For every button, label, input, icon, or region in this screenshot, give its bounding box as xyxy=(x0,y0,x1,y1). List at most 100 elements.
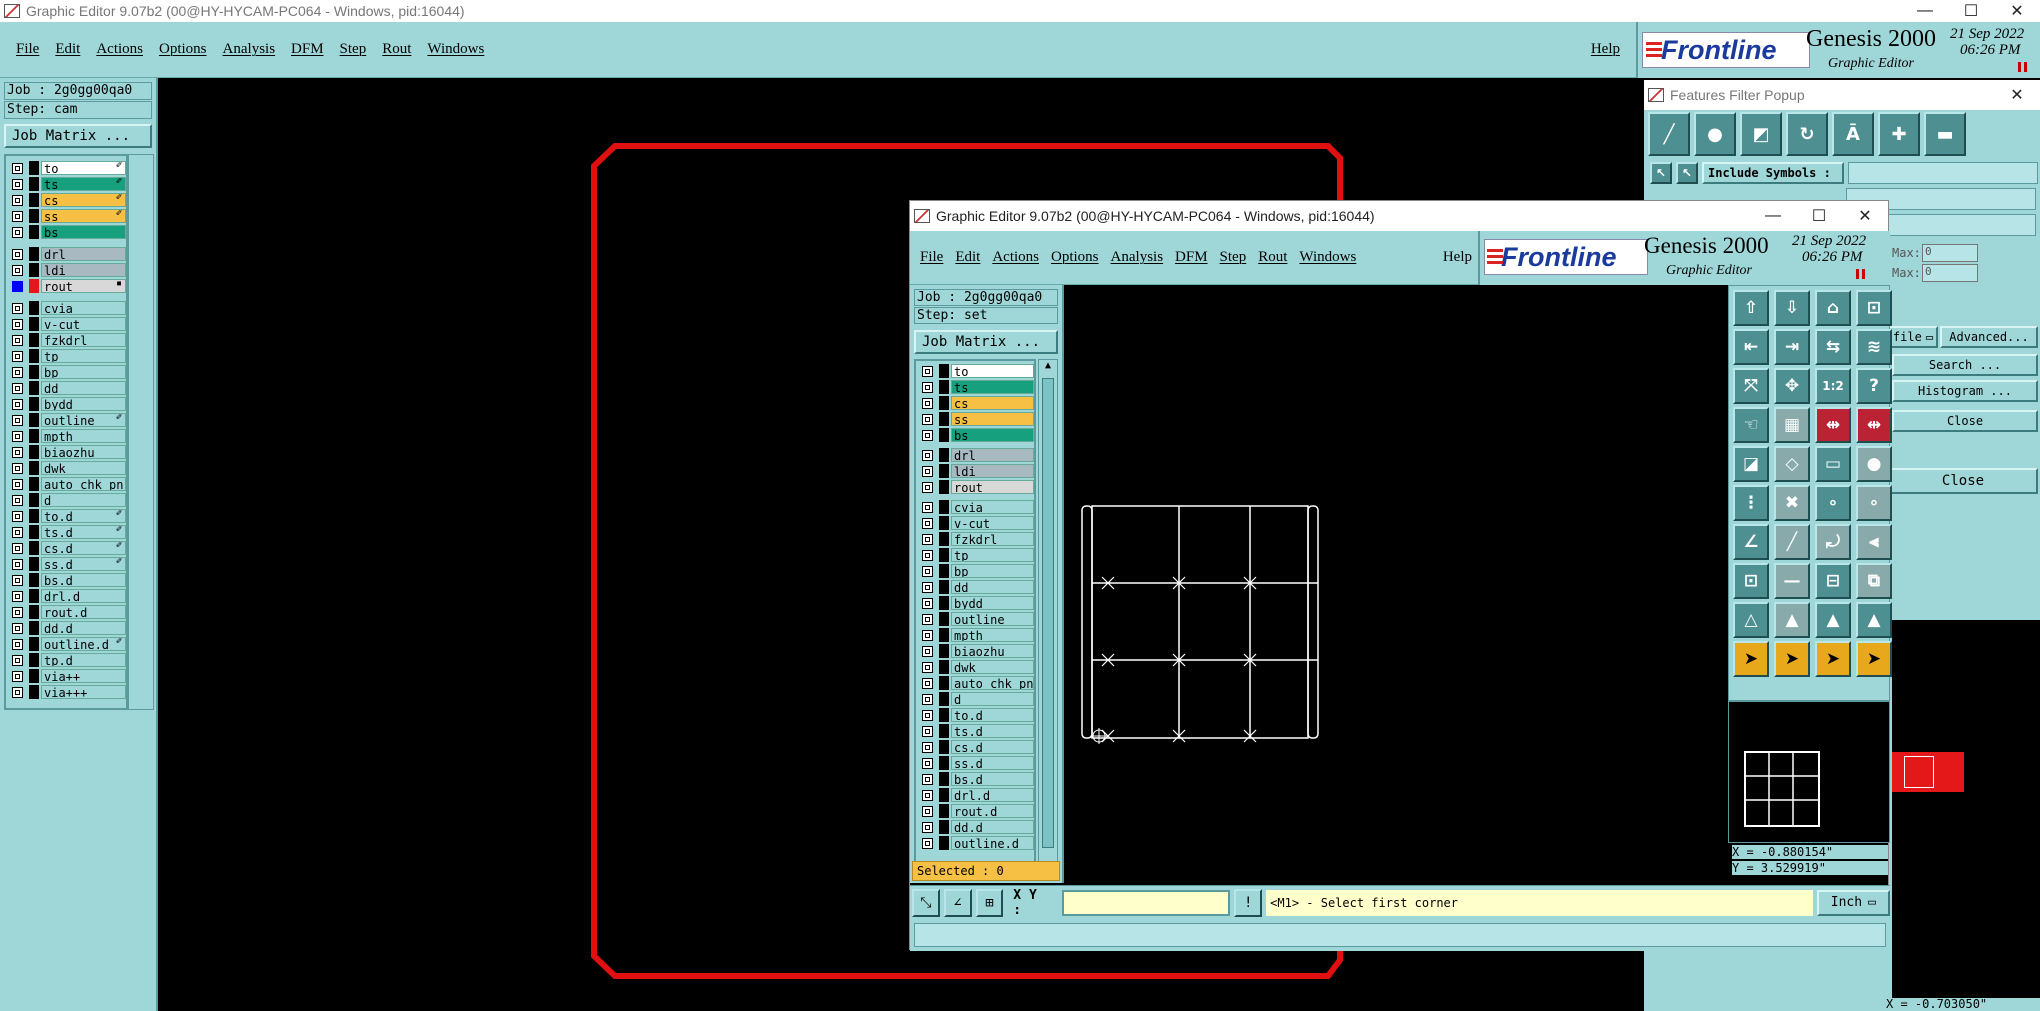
layer-name[interactable]: bs xyxy=(951,428,1034,442)
filter-close-button[interactable]: ✕ xyxy=(1994,85,2040,105)
pad-type-button[interactable]: ● xyxy=(1694,112,1736,156)
layer-checkbox[interactable] xyxy=(922,693,933,705)
second-menu-rout[interactable]: Rout xyxy=(1252,249,1293,266)
layer-checkbox[interactable] xyxy=(12,542,23,554)
layer-row[interactable]: dwk xyxy=(916,659,1034,675)
include-symbols-input[interactable] xyxy=(1848,162,2038,184)
layer-row[interactable]: d xyxy=(6,492,126,508)
layer-name[interactable]: outline.d xyxy=(951,836,1034,850)
arc-type-button[interactable]: ↻ xyxy=(1786,112,1828,156)
layer-checkbox[interactable] xyxy=(12,606,23,618)
center-button[interactable]: ✥ xyxy=(1774,368,1810,404)
layer-checkbox[interactable] xyxy=(12,248,23,260)
maximize-button[interactable]: ☐ xyxy=(1948,1,1994,21)
main-layer-scrollbar[interactable] xyxy=(128,154,154,710)
layer-row[interactable]: ss.d xyxy=(916,755,1034,771)
line-type-button[interactable]: ╱ xyxy=(1648,112,1690,156)
layer-row[interactable]: d xyxy=(916,691,1034,707)
fit-button[interactable]: ⤧ xyxy=(1733,368,1769,404)
cursor-button[interactable]: ➤ xyxy=(1733,641,1769,677)
layer-checkbox[interactable] xyxy=(12,226,23,238)
layer-row[interactable]: bp xyxy=(6,364,126,380)
layer-row[interactable]: bydd xyxy=(916,595,1034,611)
layer-checkbox[interactable] xyxy=(12,462,23,474)
layer-name[interactable]: rout xyxy=(41,279,126,293)
layer-row[interactable]: auto_chk_pn. xyxy=(916,675,1034,691)
menu-options[interactable]: Options xyxy=(151,41,215,58)
layer-row[interactable]: dwk xyxy=(6,460,126,476)
layer-row[interactable]: v-cut xyxy=(916,515,1034,531)
triangle-button[interactable]: △ xyxy=(1733,602,1769,638)
layer-checkbox[interactable] xyxy=(922,381,933,393)
second-menu-analysis[interactable]: Analysis xyxy=(1105,249,1170,266)
layer-checkbox[interactable] xyxy=(922,465,933,477)
dot-button[interactable]: ● xyxy=(1856,446,1892,482)
histogram-button[interactable]: Histogram ... xyxy=(1892,380,2038,402)
layer-row[interactable]: bs.d xyxy=(6,572,126,588)
layer-name[interactable]: ss xyxy=(41,209,126,223)
layer-checkbox[interactable] xyxy=(12,670,23,682)
help-button[interactable]: ? xyxy=(1856,368,1892,404)
layer-name[interactable]: mpth xyxy=(951,628,1034,642)
layer-checkbox[interactable] xyxy=(12,638,23,650)
second-title-bar[interactable]: Graphic Editor 9.07b2 (00@HY-HYCAM-PC064… xyxy=(910,201,1888,231)
layer-checkbox[interactable] xyxy=(12,210,23,222)
layer-row[interactable]: dd xyxy=(916,579,1034,595)
layer-checkbox[interactable] xyxy=(922,517,933,529)
snap-button-1[interactable]: ⤡ xyxy=(912,888,940,917)
symbol-select-button-1[interactable]: ↖ xyxy=(1650,162,1672,184)
layer-checkbox[interactable] xyxy=(922,709,933,721)
zoom-in-button[interactable]: ⇩ xyxy=(1774,290,1810,326)
layer-row[interactable]: outline.d xyxy=(916,835,1034,851)
second-close-button[interactable]: ✕ xyxy=(1842,206,1888,226)
pan-left-button[interactable]: ⇤ xyxy=(1733,329,1769,365)
layer-name[interactable]: auto_chk_pn. xyxy=(951,676,1034,690)
layer-row[interactable]: ss xyxy=(916,411,1034,427)
layer-name[interactable]: rout.d xyxy=(41,605,126,619)
layer-checkbox[interactable] xyxy=(12,398,23,410)
measure-red-button[interactable]: ⇹ xyxy=(1815,407,1851,443)
cross-button[interactable]: ✖ xyxy=(1774,485,1810,521)
second-menu-step[interactable]: Step xyxy=(1214,249,1253,266)
layer-row[interactable]: auto_chk_pn. xyxy=(6,476,126,492)
layer-row[interactable]: via++ xyxy=(6,668,126,684)
second-layer-scrollbar[interactable]: ▲ ▼ xyxy=(1038,359,1058,871)
layer-name[interactable]: biaozhu xyxy=(951,644,1034,658)
positive-polarity-button[interactable]: ✚ xyxy=(1878,112,1920,156)
layer-name[interactable]: d xyxy=(41,493,126,507)
second-menu-windows[interactable]: Windows xyxy=(1293,249,1362,266)
triangle4-button[interactable]: ▲ xyxy=(1856,602,1892,638)
layer-row[interactable]: tp xyxy=(916,547,1034,563)
layer-row[interactable]: ts xyxy=(916,379,1034,395)
layer-name[interactable]: cvia xyxy=(951,500,1034,514)
ratio-button[interactable]: 1:2 xyxy=(1815,368,1851,404)
pan-right-button[interactable]: ⇥ xyxy=(1774,329,1810,365)
home-button[interactable]: ⌂ xyxy=(1815,290,1851,326)
layer-checkbox[interactable] xyxy=(12,622,23,634)
layer-name[interactable]: ss.d xyxy=(951,756,1034,770)
filter-title-bar[interactable]: Features Filter Popup ✕ xyxy=(1644,80,2040,110)
layer-row[interactable]: drl xyxy=(916,447,1034,463)
layer-row[interactable]: ss.d ✐ xyxy=(6,556,126,572)
layer-checkbox[interactable] xyxy=(12,350,23,362)
profile-dropdown[interactable]: file ▭ xyxy=(1888,326,1938,348)
bracket-button[interactable]: ⫷ xyxy=(1856,524,1892,560)
close-button[interactable]: ✕ xyxy=(1994,1,2040,21)
layer-row[interactable]: cs ✐ xyxy=(6,192,126,208)
menu-actions[interactable]: Actions xyxy=(88,41,151,58)
layer-checkbox[interactable] xyxy=(12,686,23,698)
layer-checkbox[interactable] xyxy=(922,837,933,849)
menu-step[interactable]: Step xyxy=(332,41,375,58)
layer-checkbox[interactable] xyxy=(922,413,933,425)
menu-windows[interactable]: Windows xyxy=(419,41,492,58)
layer-name[interactable]: bs.d xyxy=(951,772,1034,786)
layer-row[interactable]: bs.d xyxy=(916,771,1034,787)
layer-name[interactable]: cvia xyxy=(41,301,126,315)
layer-row[interactable]: ts ✐ xyxy=(6,176,126,192)
layer-row[interactable]: rout xyxy=(916,479,1034,495)
layer-row[interactable]: tp.d xyxy=(6,652,126,668)
second-minimize-button[interactable]: — xyxy=(1750,207,1796,225)
snapshot-button[interactable]: ◪ xyxy=(1733,446,1769,482)
layer-row[interactable]: ts.d xyxy=(916,723,1034,739)
layer-row[interactable]: bp xyxy=(916,563,1034,579)
